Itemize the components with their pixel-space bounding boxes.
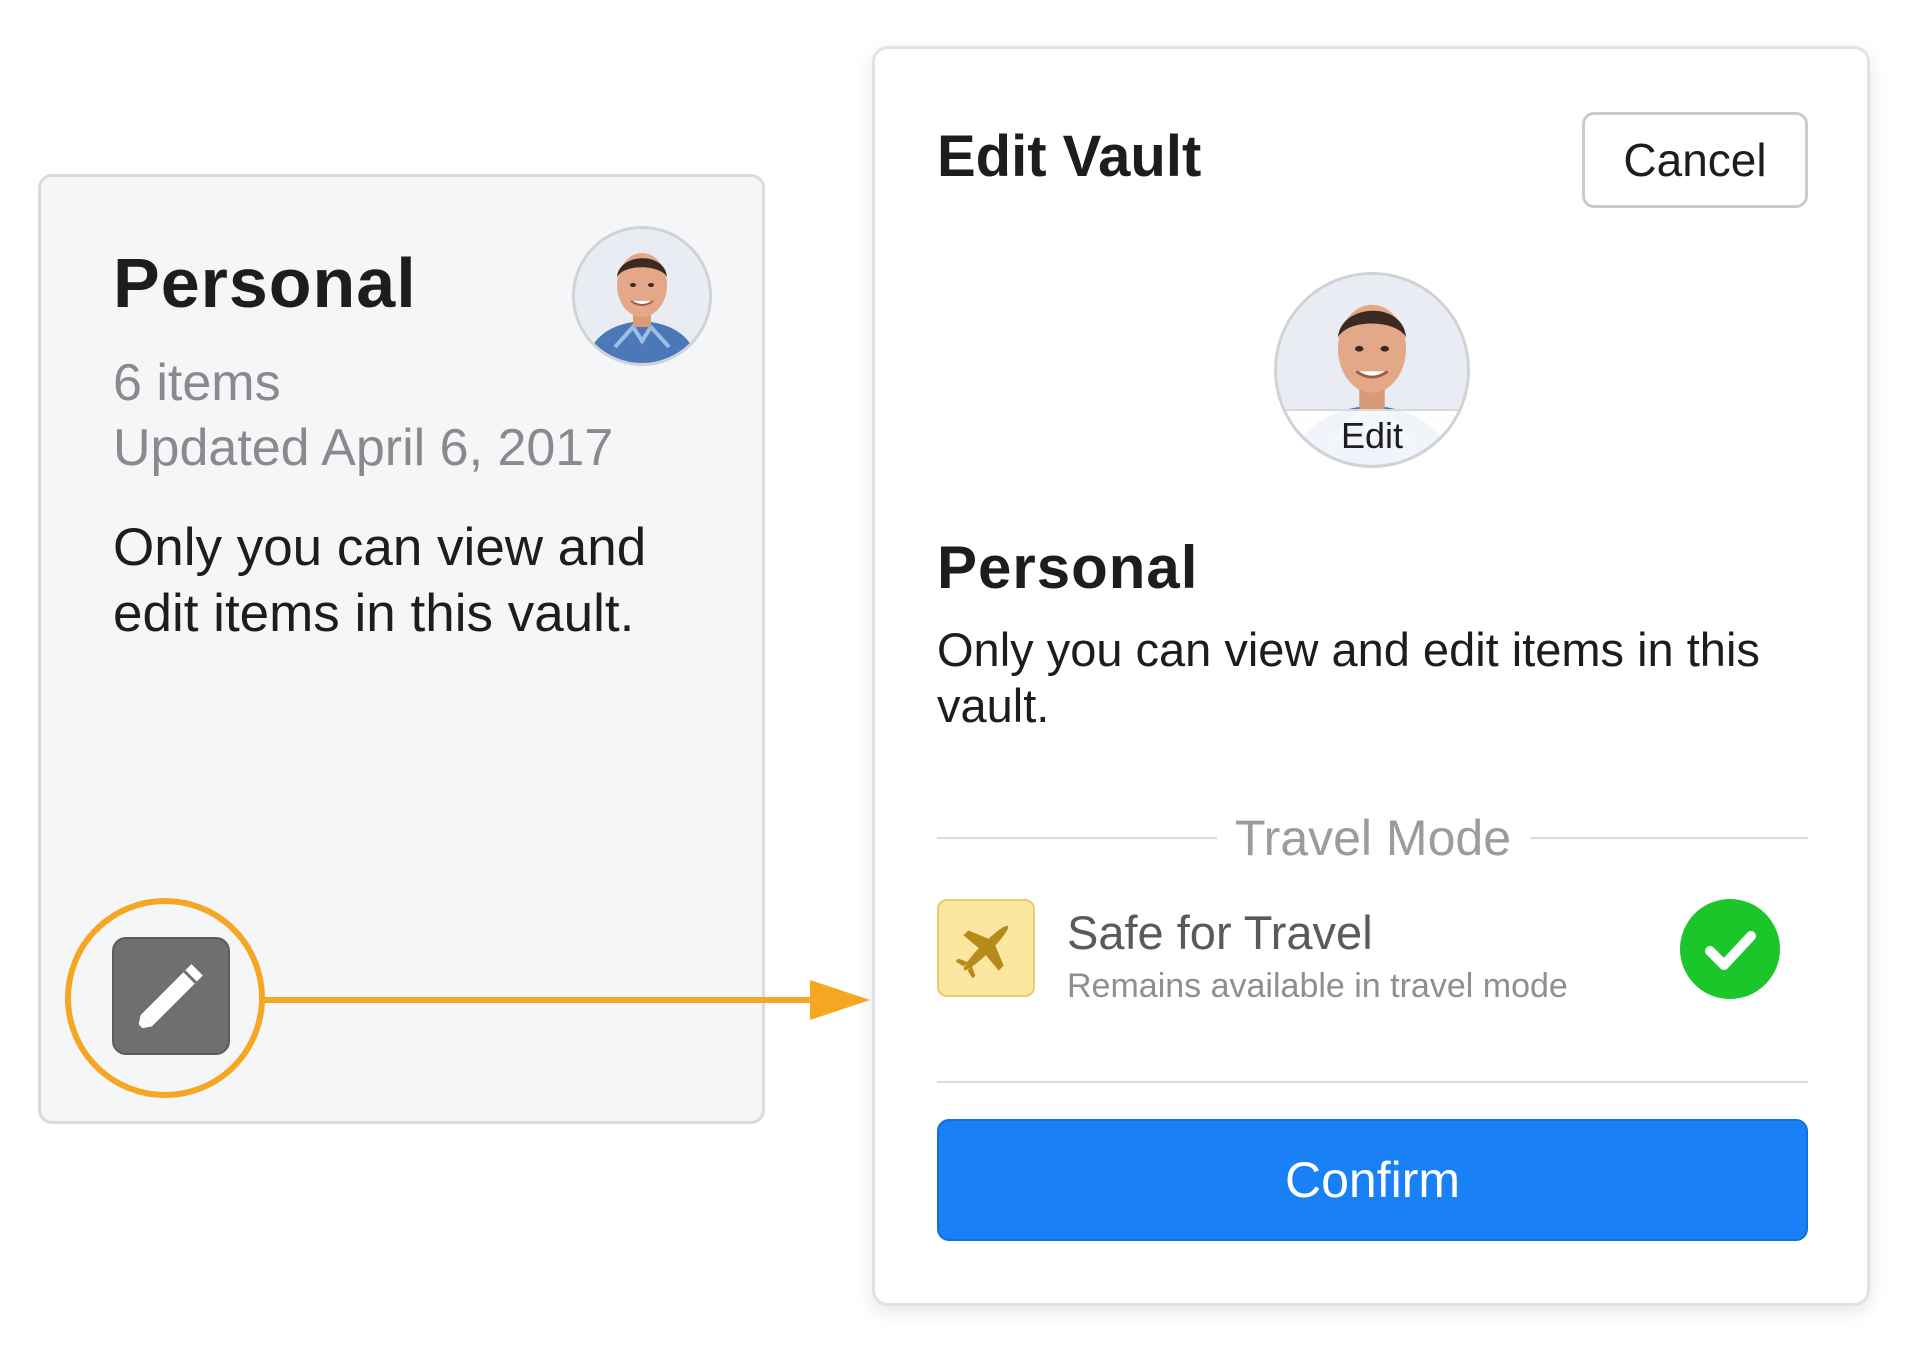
safe-for-travel-title: Safe for Travel xyxy=(1067,906,1373,959)
user-photo-icon xyxy=(575,229,709,363)
dialog-title: Edit Vault xyxy=(937,124,1202,189)
section-divider-right xyxy=(1530,837,1808,839)
highlight-circle xyxy=(65,898,265,1098)
travel-mode-heading: Travel Mode xyxy=(1234,810,1512,866)
edit-vault-dialog: Edit Vault Cancel Edit Personal Only you… xyxy=(872,46,1870,1306)
vault-avatar xyxy=(572,226,712,366)
vault-avatar-editor[interactable]: Edit xyxy=(1274,272,1470,468)
cancel-button[interactable]: Cancel xyxy=(1582,112,1808,208)
divider xyxy=(937,1081,1808,1083)
vault-card-title: Personal xyxy=(113,244,417,322)
vault-card-description: Only you can view and edit items in this… xyxy=(113,518,647,643)
vault-item-count: 6 items xyxy=(113,354,281,412)
vault-name: Personal xyxy=(937,534,1199,601)
safe-for-travel-toggle[interactable] xyxy=(1680,899,1780,999)
arrow-right-icon xyxy=(262,980,870,1020)
airplane-icon xyxy=(937,899,1035,997)
safe-for-travel-subtitle: Remains available in travel mode xyxy=(1067,967,1568,1005)
vault-description: Only you can view and edit items in this… xyxy=(937,623,1760,732)
section-divider-left xyxy=(937,837,1217,839)
avatar-edit-label[interactable]: Edit xyxy=(1277,409,1467,465)
confirm-button[interactable]: Confirm xyxy=(937,1119,1808,1241)
checkmark-icon xyxy=(1705,931,1756,970)
vault-updated-date: Updated April 6, 2017 xyxy=(113,419,614,477)
